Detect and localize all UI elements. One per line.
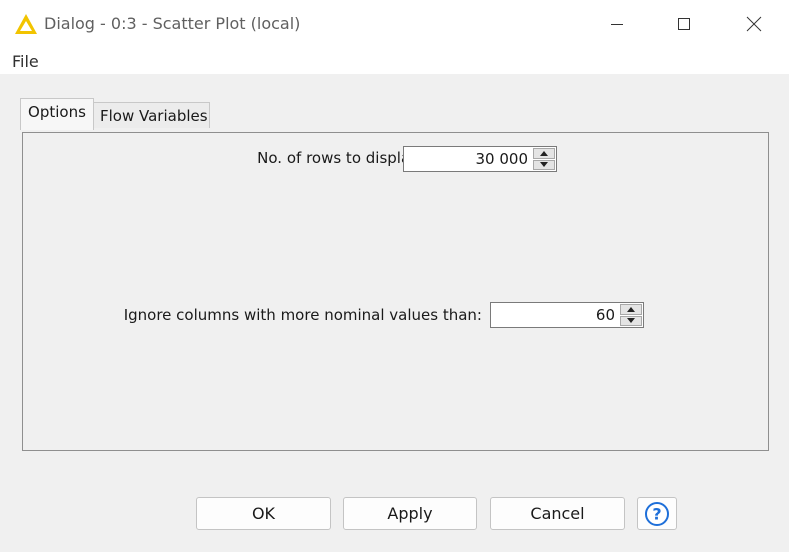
- minimize-icon: [611, 24, 623, 25]
- rows-increment-button[interactable]: [533, 148, 555, 159]
- rows-to-display-spinner[interactable]: [403, 146, 557, 172]
- chevron-down-icon: [540, 162, 548, 168]
- close-button[interactable]: [731, 0, 777, 48]
- help-button[interactable]: ?: [637, 497, 677, 530]
- maximize-icon: [678, 18, 690, 30]
- knime-warning-triangle-icon: [15, 14, 37, 34]
- svg-text:?: ?: [652, 504, 661, 523]
- nominal-increment-button[interactable]: [620, 304, 642, 315]
- minimize-button[interactable]: [594, 0, 640, 48]
- apply-button[interactable]: Apply: [343, 497, 477, 530]
- chevron-up-icon: [540, 150, 548, 156]
- options-panel: [22, 132, 769, 451]
- rows-spin-buttons: [533, 148, 555, 170]
- tab-options[interactable]: Options: [20, 98, 94, 130]
- nominal-spin-buttons: [620, 304, 642, 326]
- nominal-values-label: Ignore columns with more nominal values …: [123, 306, 482, 324]
- close-icon: [746, 16, 762, 32]
- nominal-decrement-button[interactable]: [620, 315, 642, 326]
- chevron-up-icon: [627, 306, 635, 312]
- cancel-button[interactable]: Cancel: [490, 497, 625, 530]
- window-title: Dialog - 0:3 - Scatter Plot (local): [44, 14, 301, 33]
- menu-bar: File: [0, 48, 789, 74]
- maximize-button[interactable]: [661, 0, 707, 48]
- title-bar: Dialog - 0:3 - Scatter Plot (local): [0, 0, 789, 48]
- ok-button[interactable]: OK: [196, 497, 331, 530]
- chevron-down-icon: [627, 318, 635, 324]
- nominal-values-spinner[interactable]: [490, 302, 644, 328]
- help-question-icon: ?: [645, 501, 669, 526]
- rows-to-display-input[interactable]: [404, 147, 532, 171]
- nominal-values-input[interactable]: [491, 303, 619, 327]
- menu-file[interactable]: File: [12, 52, 39, 71]
- rows-to-display-label: No. of rows to display:: [257, 149, 423, 167]
- rows-decrement-button[interactable]: [533, 159, 555, 170]
- tab-flow-variables[interactable]: Flow Variables: [94, 102, 210, 128]
